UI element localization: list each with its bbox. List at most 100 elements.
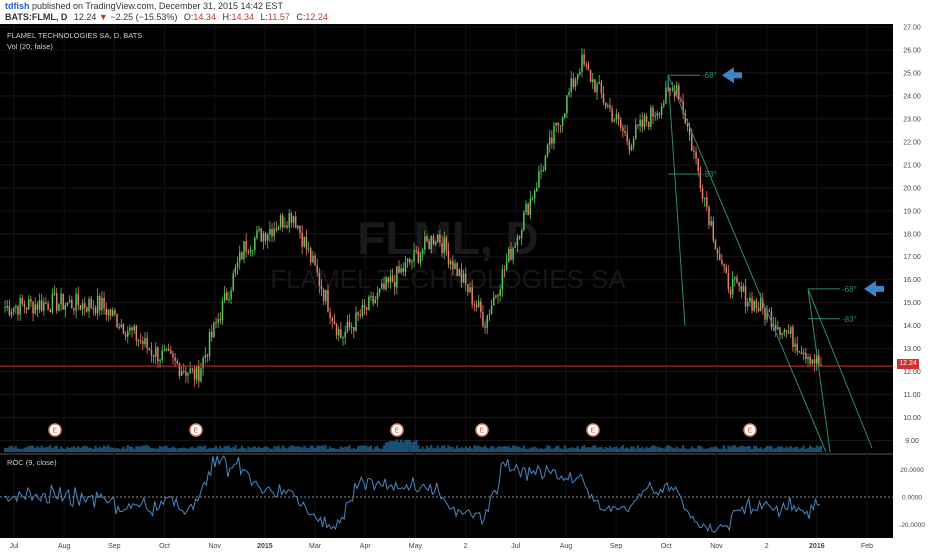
candle-body: [15, 306, 17, 308]
time-tick-label: Sep: [108, 543, 121, 550]
candle-body: [305, 236, 308, 249]
candle-body: [609, 105, 611, 109]
candle-body: [96, 295, 99, 314]
candle-body: [157, 347, 159, 362]
earnings-marker-label: E: [748, 428, 753, 435]
volume-bar: [400, 439, 403, 452]
volume-bar: [105, 446, 108, 452]
candle-body: [279, 215, 282, 228]
volume-bar: [486, 447, 489, 452]
volume-bar: [727, 445, 730, 452]
volume-bar: [42, 447, 45, 452]
volume-bar: [492, 446, 495, 452]
time-tick-label: Jul: [511, 543, 520, 550]
candle-body: [170, 351, 172, 354]
volume-bar: [301, 447, 304, 452]
candle-body: [738, 282, 740, 287]
candle-body: [180, 370, 183, 376]
volume-bar: [464, 446, 467, 452]
candle-body: [34, 304, 36, 314]
volume-bar: [503, 446, 506, 452]
volume-bar: [311, 445, 314, 452]
chart-area[interactable]: FLML, D FLAMEL TECHNOLOGIES SA EEEEEE -6…: [0, 24, 932, 550]
candle-body: [135, 325, 138, 341]
candle-body: [163, 350, 166, 352]
price-chart-svg[interactable]: FLML, D FLAMEL TECHNOLOGIES SA EEEEEE -6…: [0, 24, 932, 550]
candle-body: [774, 324, 777, 330]
candle-body: [17, 306, 19, 315]
volume-bar: [574, 447, 577, 452]
candle-body: [768, 310, 771, 312]
volume-bar: [552, 448, 556, 452]
candle-body: [312, 255, 314, 263]
legend-volume[interactable]: Vol (20, false): [7, 41, 142, 52]
roc-legend[interactable]: ROC (9, close): [7, 458, 57, 467]
candle-body: [596, 84, 598, 93]
volume-bar: [445, 448, 448, 452]
candle-body: [533, 191, 536, 199]
volume-bar: [90, 447, 93, 452]
volume-bar: [79, 447, 82, 452]
volume-bar: [326, 448, 330, 452]
volume-bar: [36, 446, 39, 452]
volume-bar: [531, 447, 534, 452]
candle-body: [813, 359, 816, 364]
volume-bar: [158, 445, 162, 452]
volume-bar: [690, 446, 693, 452]
candle-body: [357, 312, 359, 315]
candle-body: [725, 266, 727, 273]
volume-bar: [107, 445, 110, 452]
candle-body: [355, 312, 357, 331]
candle-body: [120, 324, 123, 328]
volume-bar: [645, 446, 648, 452]
price-tick-label: 18.00: [903, 231, 921, 238]
volume-bar: [111, 447, 114, 452]
volume-bar: [376, 445, 379, 452]
candle-body: [415, 249, 417, 252]
candle-body: [495, 295, 497, 298]
candle-body: [404, 261, 407, 272]
candle-body: [191, 368, 194, 370]
candle-body: [536, 187, 538, 192]
volume-bar: [813, 447, 816, 452]
candle-body: [736, 277, 738, 283]
volume-bar: [124, 448, 127, 452]
candle-body: [150, 350, 153, 355]
high-value: 14.34: [231, 12, 254, 22]
candle-body: [258, 228, 260, 231]
candle-body: [626, 133, 628, 142]
candle-body: [449, 260, 452, 265]
open-label: O:: [183, 12, 194, 22]
volume-bar: [223, 446, 226, 452]
volume-bar: [768, 445, 771, 452]
author-link[interactable]: tdfish: [5, 1, 30, 11]
candle-body: [254, 237, 256, 251]
time-tick-label: Nov: [208, 543, 221, 550]
price-tick-label: 20.00: [903, 185, 921, 192]
volume-bar: [697, 445, 700, 452]
volume-bar: [339, 446, 342, 452]
candle-body: [798, 351, 801, 353]
candle-body: [413, 249, 415, 262]
volume-bar: [576, 446, 579, 452]
candle-body: [527, 203, 529, 216]
candle-body: [469, 287, 471, 293]
candle-body: [6, 305, 8, 308]
volume-bar: [180, 448, 183, 452]
candle-body: [529, 198, 532, 216]
volume-bar: [161, 446, 164, 452]
candle-body: [581, 54, 583, 72]
legend-title[interactable]: FLAMEL TECHNOLOGIES SA, D, BATS: [7, 30, 142, 41]
volume-bar: [507, 446, 510, 452]
volume-bar: [677, 448, 680, 452]
volume-bar: [578, 448, 581, 452]
candle-body: [641, 119, 644, 127]
candle-body: [81, 303, 84, 310]
volume-bar: [240, 445, 243, 452]
candle-body: [561, 117, 564, 126]
volume-bar: [53, 446, 56, 452]
volume-bar: [266, 447, 269, 452]
volume-bar: [789, 445, 792, 452]
volume-bar: [331, 448, 334, 452]
volume-bar: [404, 440, 407, 452]
